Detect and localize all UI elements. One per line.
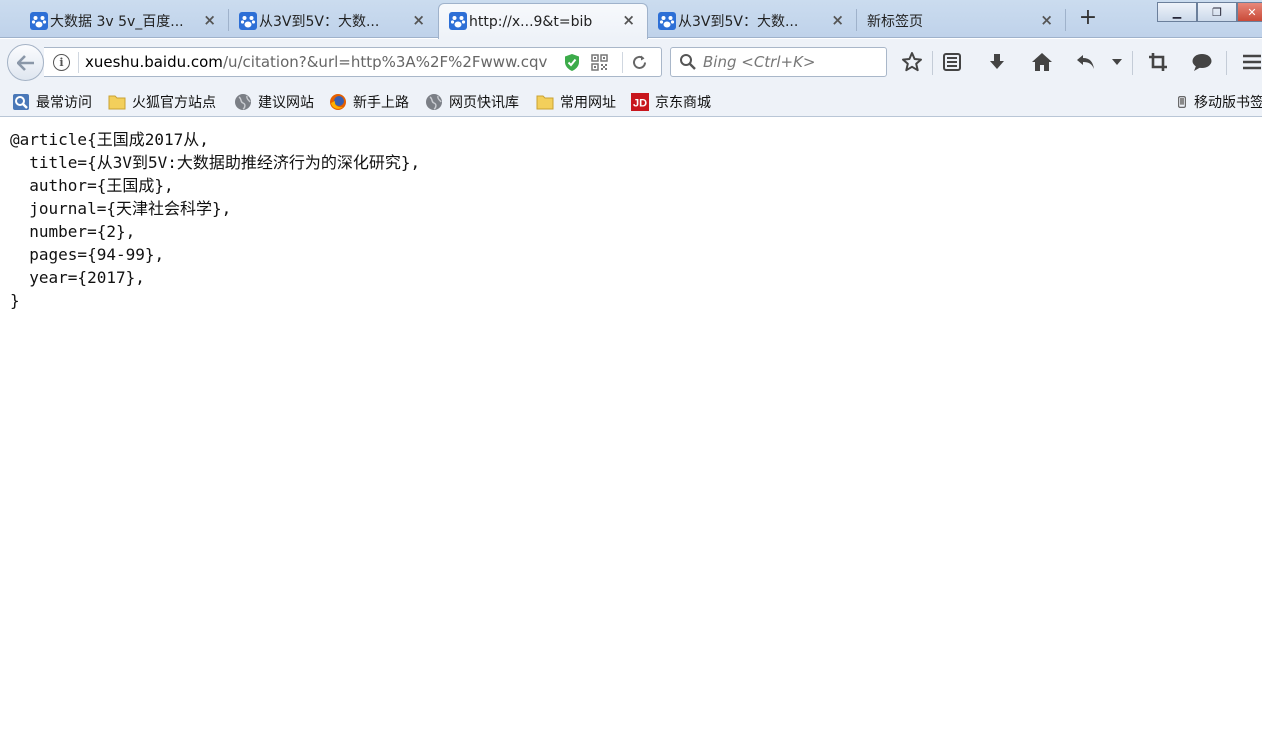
window-close-button[interactable]: ✕ (1237, 2, 1262, 22)
close-icon[interactable]: × (1040, 11, 1053, 29)
divider (622, 52, 623, 73)
globe-icon (235, 94, 251, 110)
divider (1132, 51, 1133, 75)
search-placeholder: Bing <Ctrl+K> (703, 53, 816, 71)
divider (1226, 51, 1227, 75)
tab-4[interactable]: 从3V到5V：大数... × (648, 4, 856, 38)
baidu-paw-icon (30, 12, 48, 30)
info-icon[interactable]: i (53, 54, 70, 71)
tab-strip: 大数据 3v 5v_百度... × 从3V到5V：大数... × http://… (0, 0, 1262, 39)
baidu-paw-icon (449, 12, 467, 30)
url-path: /u/citation?&url=http%3A%2F%2Fwww.cqv (222, 53, 548, 71)
tab-divider (1065, 9, 1066, 31)
bookmark-label: 常用网址 (560, 95, 616, 111)
divider (78, 52, 79, 73)
bibtex-line: @article{王国成2017从, (10, 130, 209, 149)
tab-2[interactable]: 从3V到5V：大数... × (229, 4, 437, 38)
url-text[interactable]: xueshu.baidu.com/u/citation?&url=http%3A… (85, 53, 555, 71)
url-host: xueshu.baidu.com (85, 53, 223, 71)
divider (932, 51, 933, 75)
back-arrow-icon (16, 54, 34, 71)
url-bar[interactable]: i xueshu.baidu.com/u/citation?&url=http%… (44, 47, 662, 77)
home-icon[interactable] (1030, 50, 1054, 74)
globe-icon (426, 94, 442, 110)
bookmark-suggested-sites[interactable]: 建议网站 (234, 92, 314, 112)
close-icon[interactable]: × (622, 11, 635, 29)
bibtex-line: journal={天津社会科学}, (10, 199, 232, 218)
tab-title: 新标签页 (867, 14, 923, 30)
crop-icon[interactable] (1146, 50, 1170, 74)
firefox-icon (330, 94, 346, 110)
download-icon[interactable] (985, 50, 1009, 74)
tab-title: 从3V到5V：大数... (678, 14, 799, 30)
chat-icon[interactable] (1190, 50, 1214, 74)
search-box[interactable]: Bing <Ctrl+K> (670, 47, 887, 77)
star-icon[interactable] (900, 50, 924, 74)
bookmark-label: 火狐官方站点 (132, 95, 216, 111)
shield-icon[interactable] (564, 53, 580, 72)
bibtex-line: title={从3V到5V:大数据助推经济行为的深化研究}, (10, 153, 421, 172)
qr-code-icon[interactable] (591, 54, 608, 71)
bookmark-most-visited[interactable]: 最常访问 (12, 92, 92, 112)
mobile-icon (1178, 96, 1186, 108)
tab-title: 从3V到5V：大数... (259, 14, 380, 30)
reading-list-icon[interactable] (940, 50, 964, 74)
restore-button[interactable]: ❐ (1197, 2, 1237, 22)
minimize-button[interactable]: ▁ (1157, 2, 1197, 22)
bookmark-label: 移动版书签 (1194, 95, 1262, 111)
dropdown-icon[interactable] (1108, 50, 1126, 74)
search-icon (680, 54, 696, 70)
new-tab-button[interactable]: + (1076, 7, 1100, 31)
jd-icon: JD (631, 93, 649, 111)
bibtex-line: pages={94-99}, (10, 245, 165, 264)
bookmark-label: 最常访问 (36, 95, 92, 111)
folder-icon (108, 95, 126, 110)
bookmark-jd-mall[interactable]: JD 京东商城 (631, 92, 711, 112)
folder-icon (536, 95, 554, 110)
tab-1[interactable]: 大数据 3v 5v_百度... × (20, 4, 228, 38)
back-button[interactable] (7, 44, 44, 81)
baidu-paw-icon (239, 12, 257, 30)
reload-icon[interactable] (631, 54, 648, 71)
undo-icon[interactable] (1074, 50, 1098, 74)
bibtex-text: @article{王国成2017从, title={从3V到5V:大数据助推经济… (10, 128, 420, 312)
bibtex-line: number={2}, (10, 222, 136, 241)
most-visited-icon (13, 94, 29, 110)
bookmark-label: 建议网站 (258, 95, 314, 111)
tab-5[interactable]: 新标签页 × (857, 4, 1065, 38)
bookmark-label: 京东商城 (655, 95, 711, 111)
window-controls: ▁ ❐ ✕ (1157, 2, 1262, 22)
bookmark-web-slices[interactable]: 网页快讯库 (425, 92, 519, 112)
bibtex-line: author={王国成}, (10, 176, 174, 195)
baidu-paw-icon (658, 12, 676, 30)
bookmark-label: 新手上路 (353, 95, 409, 111)
close-icon[interactable]: × (412, 11, 425, 29)
bookmark-getting-started[interactable]: 新手上路 (329, 92, 409, 112)
tab-3-active[interactable]: http://x...9&t=bib × (438, 3, 648, 39)
bookmark-mobile[interactable]: 移动版书签 (1178, 92, 1262, 112)
bookmark-label: 网页快讯库 (449, 95, 519, 111)
jd-badge-text: JD (633, 98, 647, 110)
navigation-toolbar: i xueshu.baidu.com/u/citation?&url=http%… (0, 39, 1262, 87)
page-content: @article{王国成2017从, title={从3V到5V:大数据助推经济… (0, 118, 1262, 734)
bookmark-common-sites[interactable]: 常用网址 (536, 92, 616, 112)
menu-icon[interactable] (1240, 50, 1262, 74)
close-icon[interactable]: × (203, 11, 216, 29)
bookmarks-toolbar: 最常访问 火狐官方站点 建议网站 新手上路 网页快讯库 常用网址 JD 京东商城… (0, 87, 1262, 117)
close-icon[interactable]: × (831, 11, 844, 29)
tab-title: 大数据 3v 5v_百度... (50, 14, 184, 30)
bibtex-line: } (10, 291, 20, 310)
tab-title: http://x...9&t=bib (469, 13, 593, 30)
bibtex-line: year={2017}, (10, 268, 145, 287)
bookmark-firefox-sites[interactable]: 火狐官方站点 (108, 92, 216, 112)
